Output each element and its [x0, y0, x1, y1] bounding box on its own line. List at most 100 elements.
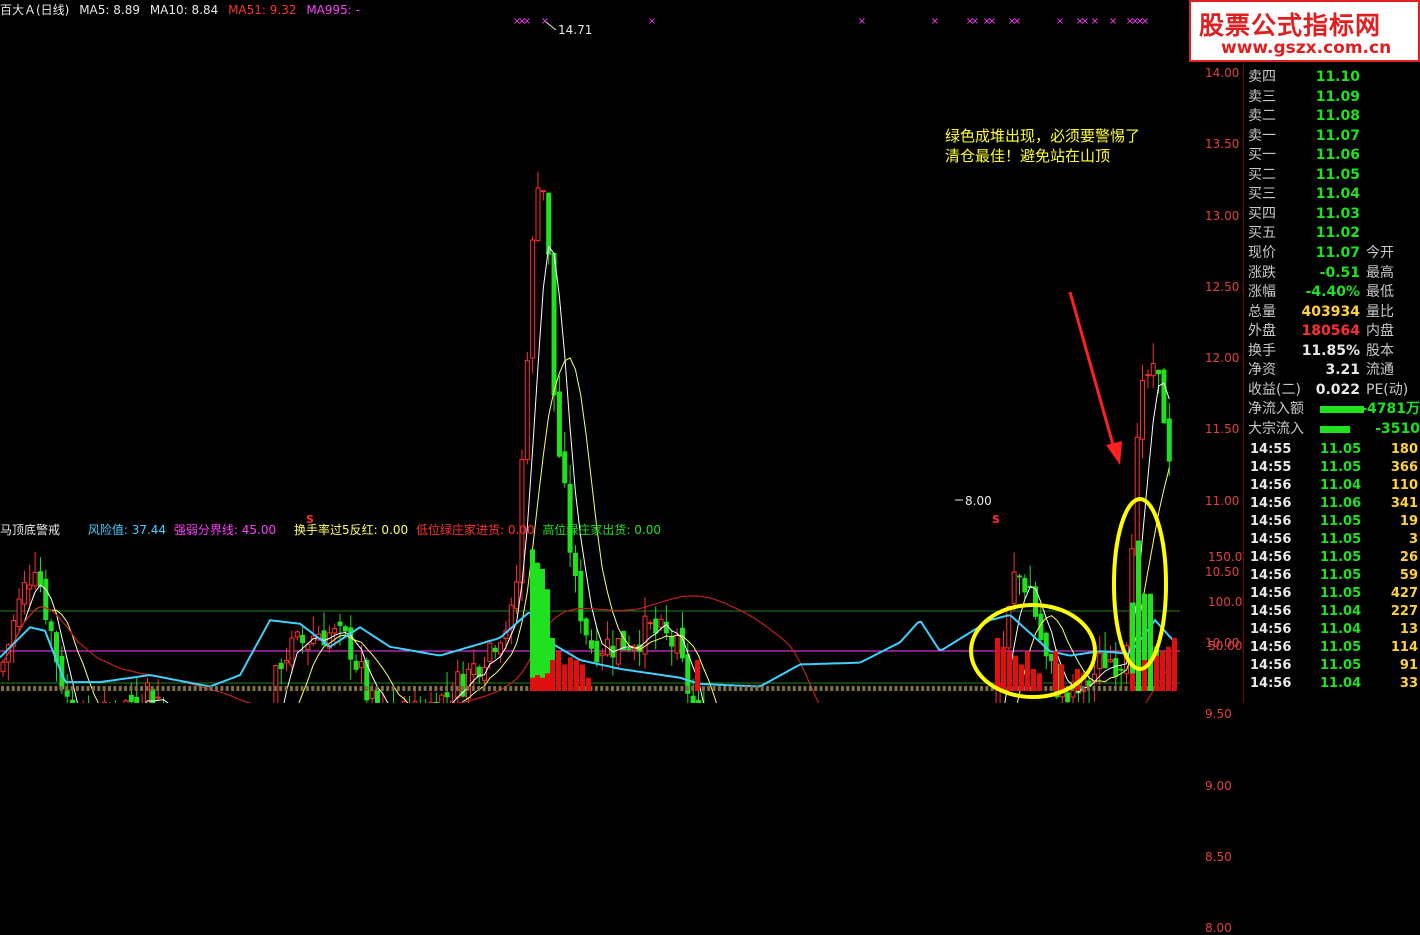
- base-bar: [70, 686, 74, 691]
- candle-body: [669, 635, 675, 647]
- indicator-name: 马顶底警戒: [0, 523, 61, 537]
- tick-price: 11.05: [1320, 586, 1362, 601]
- base-bar: [600, 686, 604, 691]
- base-bar: [182, 686, 186, 691]
- tick-row: 14:56 11.05 19: [1248, 513, 1420, 531]
- price-axis-tick: 13.00: [1205, 208, 1240, 223]
- base-bar: [348, 686, 352, 691]
- row-value: 11.10: [1315, 69, 1360, 85]
- candle-body: [1145, 374, 1151, 377]
- row-label: 买二: [1248, 166, 1276, 183]
- row-label: 买五: [1248, 225, 1276, 241]
- base-bar: [905, 686, 909, 691]
- base-bar: [477, 686, 481, 691]
- tick-row: 14:56 11.05 3: [1248, 531, 1420, 549]
- base-bar: [140, 686, 144, 691]
- row-label-2: 量比: [1366, 303, 1394, 320]
- base-bar: [161, 686, 165, 691]
- row-value: 11.07: [1315, 127, 1360, 144]
- base-bar: [86, 686, 90, 691]
- row-label: 买四: [1248, 205, 1276, 222]
- base-bar: [659, 686, 663, 691]
- accumulation-bar: [1007, 651, 1012, 691]
- base-bar: [728, 686, 732, 691]
- base-bar: [6, 686, 10, 691]
- base-bar: [653, 686, 657, 691]
- candle-body: [658, 618, 664, 628]
- logo-url: www.gszx.com.cn: [1221, 38, 1392, 58]
- flow-value: -3510: [1375, 420, 1420, 437]
- tick-row: 14:55 11.05 366: [1248, 459, 1420, 477]
- candle-body: [144, 682, 150, 703]
- row-label: 涨幅: [1248, 284, 1276, 300]
- tick-price: 11.05: [1320, 640, 1362, 655]
- candle-body: [647, 622, 653, 625]
- tick-time: 14:56: [1250, 676, 1292, 691]
- base-bar: [969, 686, 973, 691]
- tick-time: 14:56: [1250, 550, 1292, 565]
- row-label: 现价: [1248, 245, 1276, 261]
- price-axis-tick: 12.50: [1205, 279, 1240, 294]
- row-label-2: 今开: [1366, 245, 1394, 261]
- quote-row: 涨幅 -4.40% 最低: [1248, 283, 1420, 302]
- turnover-label: 换手率过5反红: 0.00: [293, 523, 409, 537]
- base-bar: [241, 686, 245, 691]
- base-bar: [814, 686, 818, 691]
- chart-area[interactable]: × × × × × × × × × × × × × × × × × × × × × × 14.71 8.00 S S 百大Ａ(日线…: [0, 0, 1243, 935]
- candle-body: [567, 483, 573, 553]
- candle-body: [594, 640, 600, 663]
- candle-body: [1140, 380, 1146, 440]
- flow-bar: [1320, 406, 1364, 413]
- indicator-axis-tick: 50.00: [1208, 638, 1243, 653]
- risk-value-label: 风险值: 37.44: [87, 523, 167, 537]
- candle-body: [626, 648, 632, 651]
- base-bar: [632, 686, 636, 691]
- kline-chart[interactable]: ××× × × × × ×× ×× ×× × ×× × × ××××14.718.00S S: [0, 0, 1242, 703]
- base-bar: [75, 686, 79, 691]
- base-bar: [300, 686, 304, 691]
- candle-body: [1156, 369, 1162, 375]
- price-axis-tick: 10.50: [1205, 564, 1240, 579]
- base-bar: [150, 686, 154, 691]
- tick-row: 14:56 11.04 33: [1248, 675, 1420, 693]
- tick-volume: 114: [1390, 640, 1418, 655]
- candle-body: [27, 584, 33, 590]
- base-bar: [204, 686, 208, 691]
- base-bar: [1044, 686, 1048, 691]
- base-bar: [760, 686, 764, 691]
- tick-row: 14:56 11.06 341: [1248, 495, 1420, 513]
- tick-volume: 3: [1408, 532, 1418, 547]
- indicator-axis-tick: 100.0: [1208, 594, 1243, 609]
- tick-time: 14:56: [1250, 532, 1292, 547]
- order-book-row: 买二 11.05: [1248, 166, 1420, 185]
- base-bar: [273, 686, 277, 691]
- top-marker: ×: [541, 16, 549, 27]
- candle-body: [337, 621, 343, 626]
- candle-body: [599, 652, 605, 656]
- base-bar: [637, 686, 641, 691]
- base-bar: [942, 686, 946, 691]
- accumulation-bar: [995, 637, 1000, 691]
- accumulation-bar: [580, 664, 585, 691]
- base-bar: [985, 686, 989, 691]
- candle-body: [540, 190, 546, 193]
- base-bar: [744, 686, 748, 691]
- base-bar: [626, 686, 630, 691]
- order-book-row: 卖三 11.09: [1248, 88, 1420, 107]
- indicator-axis-tick: 150.0: [1208, 550, 1243, 565]
- accumulation-bar: [568, 657, 573, 691]
- base-bar: [830, 686, 834, 691]
- base-bar: [375, 686, 379, 691]
- order-book-row: 买四 11.03: [1248, 205, 1420, 224]
- candle-body: [0, 661, 6, 673]
- base-bar: [503, 686, 507, 691]
- base-bar: [680, 686, 684, 691]
- base-bar: [493, 686, 497, 691]
- base-bar: [305, 686, 309, 691]
- base-bar: [926, 686, 930, 691]
- top-marker: ×: [1081, 16, 1089, 27]
- base-bar: [316, 686, 320, 691]
- base-bar: [803, 686, 807, 691]
- base-bar: [846, 686, 850, 691]
- base-bar: [1092, 686, 1096, 691]
